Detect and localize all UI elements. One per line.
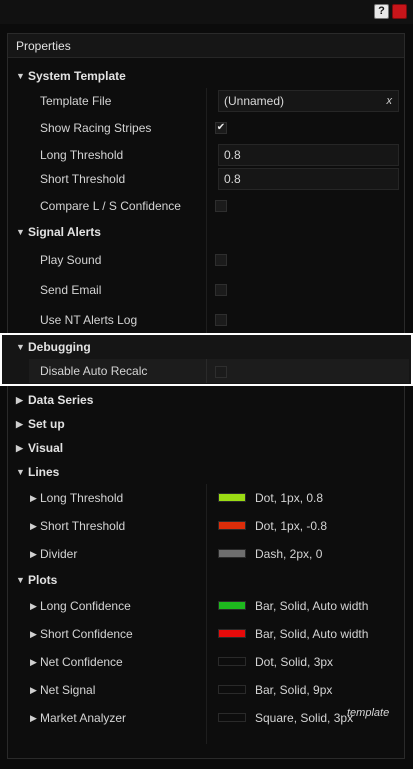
chevron-right-icon[interactable]: ▶ (30, 489, 37, 507)
window-titlebar: ? (0, 0, 413, 24)
color-swatch[interactable] (218, 521, 246, 530)
panel-title: Properties (16, 39, 71, 53)
short-threshold-input[interactable]: 0.8 (218, 168, 399, 190)
plot-net-signal-label: Net Signal (40, 683, 96, 697)
long-threshold-input[interactable]: 0.8 (218, 144, 399, 166)
color-swatch[interactable] (218, 601, 246, 610)
category-label: Set up (28, 417, 65, 431)
prop-send-email-label: Send Email (40, 283, 102, 297)
chevron-right-icon[interactable]: ▶ (30, 709, 37, 727)
plot-long-confidence-value: Bar, Solid, Auto width (255, 599, 369, 613)
help-button[interactable]: ? (374, 4, 389, 19)
prop-play-sound-label: Play Sound (40, 253, 102, 267)
category-lines[interactable]: ▼ Lines (16, 462, 59, 482)
color-swatch[interactable] (218, 549, 246, 558)
plot-market-analyzer-label: Market Analyzer (40, 711, 127, 725)
close-button[interactable] (392, 4, 407, 19)
show-racing-stripes-checkbox[interactable]: ✔ (215, 122, 227, 134)
plot-net-signal-value: Bar, Solid, 9px (255, 683, 333, 697)
prop-show-racing-stripes-label: Show Racing Stripes (40, 121, 152, 135)
category-label: Signal Alerts (28, 225, 101, 239)
color-swatch[interactable] (218, 685, 246, 694)
chevron-right-icon[interactable]: ▶ (30, 681, 37, 699)
category-label: Lines (28, 465, 60, 479)
chevron-right-icon[interactable]: ▶ (30, 597, 37, 615)
use-nt-alerts-log-checkbox[interactable] (215, 314, 227, 326)
category-label: Debugging (28, 340, 91, 354)
line-divider-label: Divider (40, 547, 78, 561)
chevron-down-icon: ▼ (16, 575, 25, 585)
prop-template-file-label: Template File (40, 94, 112, 108)
prop-disable-auto-recalc-label: Disable Auto Recalc (40, 364, 148, 378)
plot-short-confidence-label: Short Confidence (40, 627, 133, 641)
color-swatch[interactable] (218, 493, 246, 502)
prop-use-nt-alerts-log-label: Use NT Alerts Log (40, 313, 138, 327)
chevron-down-icon: ▼ (16, 467, 25, 477)
category-label: Plots (28, 573, 58, 587)
template-footer-note: template (347, 707, 390, 719)
plot-net-confidence-label: Net Confidence (40, 655, 123, 669)
line-short-threshold-value: Dot, 1px, -0.8 (255, 519, 328, 533)
category-label: Data Series (28, 393, 94, 407)
chevron-right-icon: ▶ (16, 419, 23, 429)
line-long-threshold-label: Long Threshold (40, 491, 124, 505)
chevron-down-icon: ▼ (16, 71, 25, 81)
plot-short-confidence-value: Bar, Solid, Auto width (255, 627, 369, 641)
category-label: Visual (28, 441, 64, 455)
chevron-right-icon[interactable]: ▶ (30, 517, 37, 535)
checkmark-icon: ✔ (216, 122, 226, 133)
template-file-field[interactable]: (Unnamed) x (218, 90, 399, 112)
category-signal-alerts[interactable]: ▼ Signal Alerts (16, 222, 101, 242)
color-swatch[interactable] (218, 657, 246, 666)
panel-header: Properties (8, 34, 404, 58)
chevron-right-icon: ▶ (16, 443, 23, 453)
line-divider-value: Dash, 2px, 0 (255, 547, 323, 561)
compare-confidence-checkbox[interactable] (215, 200, 227, 212)
chevron-down-icon: ▼ (16, 342, 25, 352)
template-file-value: (Unnamed) (224, 94, 285, 108)
line-short-threshold-label: Short Threshold (40, 519, 126, 533)
line-long-threshold-value: Dot, 1px, 0.8 (255, 491, 324, 505)
clear-icon[interactable]: x (387, 91, 393, 111)
chevron-right-icon[interactable]: ▶ (30, 653, 37, 671)
chevron-right-icon: ▶ (16, 395, 23, 405)
properties-panel: Properties ▼ System Template Template Fi… (7, 33, 405, 759)
category-debugging[interactable]: ▼ Debugging (16, 337, 91, 357)
chevron-right-icon[interactable]: ▶ (30, 625, 37, 643)
chevron-right-icon[interactable]: ▶ (30, 545, 37, 563)
color-swatch[interactable] (218, 629, 246, 638)
category-visual[interactable]: ▶ Visual (16, 438, 63, 458)
category-data-series[interactable]: ▶ Data Series (16, 390, 93, 410)
prop-compare-confidence-label: Compare L / S Confidence (40, 199, 181, 213)
category-plots[interactable]: ▼ Plots (16, 570, 57, 590)
plot-net-confidence-value: Dot, Solid, 3px (255, 655, 334, 669)
play-sound-checkbox[interactable] (215, 254, 227, 266)
plot-market-analyzer-value: Square, Solid, 3px (255, 711, 354, 725)
color-swatch[interactable] (218, 713, 246, 722)
chevron-down-icon: ▼ (16, 227, 25, 237)
column-divider (206, 484, 207, 744)
send-email-checkbox[interactable] (215, 284, 227, 296)
plot-long-confidence-label: Long Confidence (40, 599, 131, 613)
category-set-up[interactable]: ▶ Set up (16, 414, 65, 434)
disable-auto-recalc-checkbox[interactable] (215, 366, 227, 378)
prop-short-threshold-label: Short Threshold (40, 172, 126, 186)
column-divider (206, 359, 207, 383)
debugging-section: ▼ Debugging Disable Auto Recalc (0, 333, 413, 386)
category-label: System Template (28, 69, 126, 83)
prop-long-threshold-label: Long Threshold (40, 148, 124, 162)
category-system-template[interactable]: ▼ System Template (16, 66, 126, 86)
